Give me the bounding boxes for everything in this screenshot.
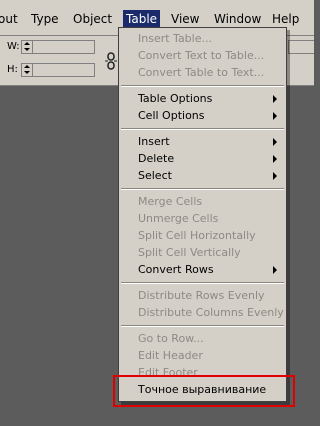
- menu-object[interactable]: Object: [73, 11, 112, 27]
- menu-window[interactable]: Window: [214, 11, 261, 27]
- width-field[interactable]: [21, 40, 95, 54]
- menu-item-label: Select: [138, 169, 172, 182]
- menu-item-label: Delete: [138, 152, 175, 165]
- menu-item-cell-options[interactable]: Cell Options: [119, 107, 286, 124]
- menu-item-edit-header[interactable]: Edit Header: [119, 347, 286, 364]
- width-label: W:: [7, 41, 20, 52]
- menu-item-convert-table-to-text[interactable]: Convert Table to Text...: [119, 64, 286, 81]
- menu-item-convert-rows[interactable]: Convert Rows: [119, 261, 286, 278]
- menu-type[interactable]: Type: [31, 11, 59, 27]
- menu-view[interactable]: View: [171, 11, 199, 27]
- menu-item-unmerge-cells[interactable]: Unmerge Cells: [119, 210, 286, 227]
- menu-item-split-cell-vertically[interactable]: Split Cell Vertically: [119, 244, 286, 261]
- menu-item-label: Insert: [138, 135, 170, 148]
- menu-item-select[interactable]: Select: [119, 167, 286, 184]
- menu-separator: [121, 325, 284, 327]
- submenu-arrow-icon: [273, 95, 277, 103]
- menu-item-convert-text-to-table[interactable]: Convert Text to Table...: [119, 47, 286, 64]
- menu-separator: [121, 282, 284, 284]
- menu-item-insert[interactable]: Insert: [119, 133, 286, 150]
- menu-item-label: Convert Rows: [138, 263, 214, 276]
- menu-layout[interactable]: out: [0, 11, 18, 27]
- submenu-arrow-icon: [273, 155, 277, 163]
- menu-item-merge-cells[interactable]: Merge Cells: [119, 193, 286, 210]
- menu-item-table-options[interactable]: Table Options: [119, 90, 286, 107]
- menu-item-label: Cell Options: [138, 109, 205, 122]
- table-menu-dropdown: Insert Table... Convert Text to Table...…: [118, 27, 287, 402]
- highlight-box: [113, 375, 295, 407]
- menu-separator: [121, 128, 284, 130]
- menu-separator: [121, 85, 284, 87]
- submenu-arrow-icon: [273, 138, 277, 146]
- menu-help[interactable]: Help: [272, 11, 299, 27]
- chain-link-icon[interactable]: [105, 52, 117, 70]
- submenu-arrow-icon: [273, 266, 277, 274]
- width-stepper-icon[interactable]: [22, 41, 33, 53]
- menu-item-distribute-columns-evenly[interactable]: Distribute Columns Evenly: [119, 304, 286, 321]
- menu-item-insert-table[interactable]: Insert Table...: [119, 30, 286, 47]
- menu-item-go-to-row[interactable]: Go to Row...: [119, 330, 286, 347]
- menu-item-distribute-rows-evenly[interactable]: Distribute Rows Evenly: [119, 287, 286, 304]
- height-label: H:: [7, 64, 18, 75]
- menu-table[interactable]: Table: [123, 10, 161, 28]
- submenu-arrow-icon: [273, 172, 277, 180]
- menu-item-split-cell-horizontally[interactable]: Split Cell Horizontally: [119, 227, 286, 244]
- right-field[interactable]: [288, 40, 314, 54]
- menu-item-label: Table Options: [138, 92, 213, 105]
- height-field[interactable]: [21, 63, 95, 77]
- menu-separator: [121, 188, 284, 190]
- menu-item-delete[interactable]: Delete: [119, 150, 286, 167]
- height-stepper-icon[interactable]: [22, 64, 33, 76]
- submenu-arrow-icon: [273, 112, 277, 120]
